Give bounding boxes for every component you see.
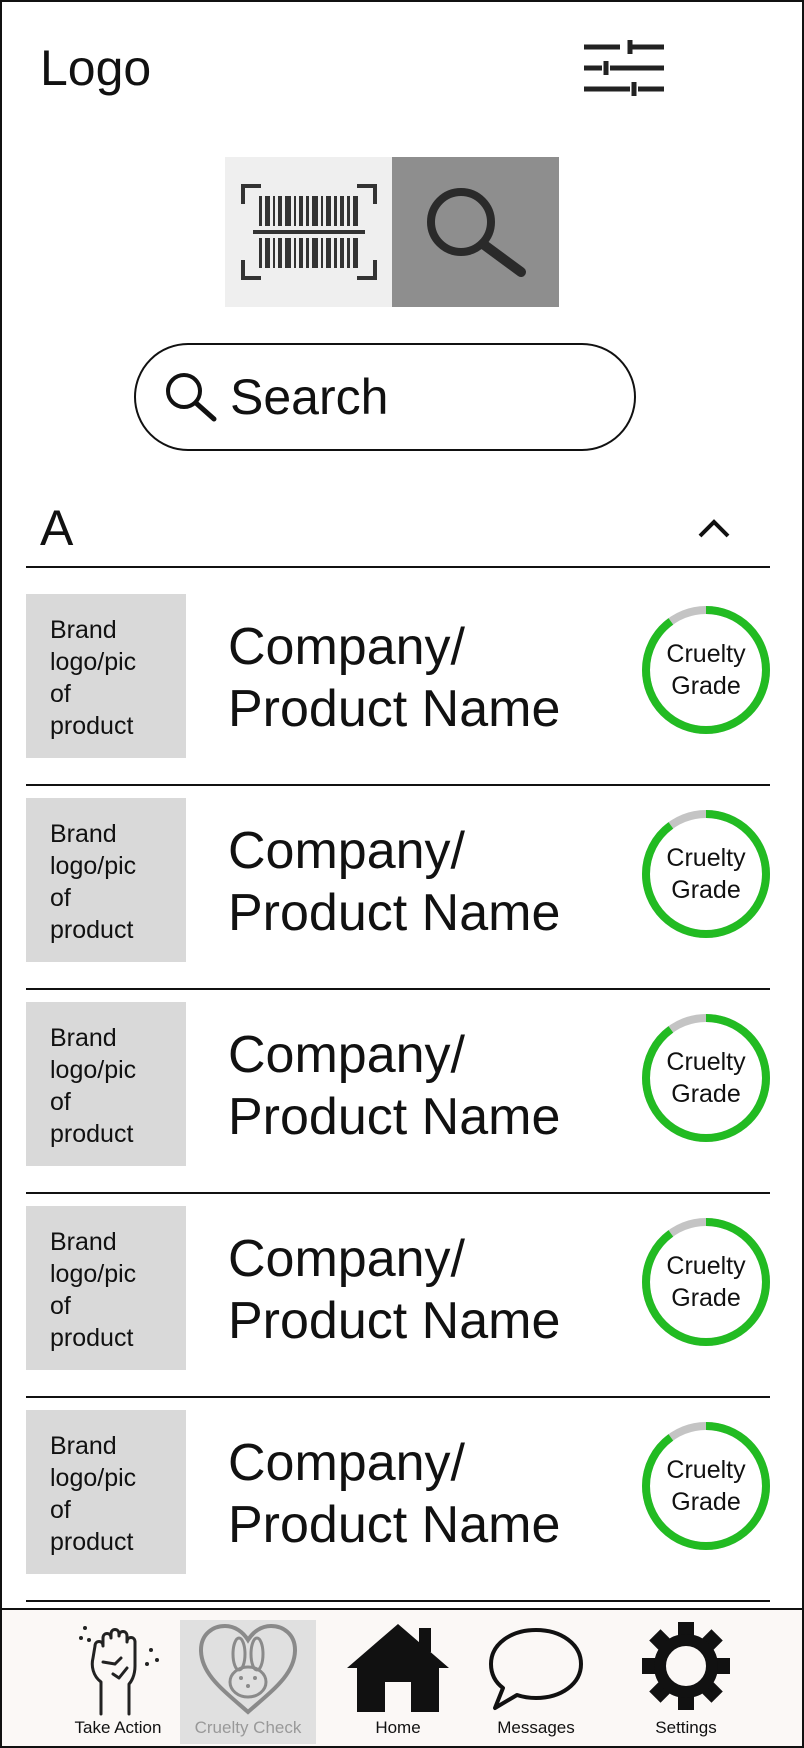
search-input[interactable] — [230, 368, 610, 426]
section-header: A — [26, 494, 770, 568]
product-thumbnail: Brand logo/pic of product — [26, 594, 186, 758]
grade-label: Cruelty Grade — [666, 1252, 746, 1312]
raised-fist-icon — [79, 1626, 159, 1716]
cruelty-grade-badge: Cruelty Grade — [638, 602, 774, 738]
grade-label: Cruelty Grade — [666, 1048, 746, 1108]
barcode-scan-button[interactable] — [225, 157, 392, 307]
grade-label: Cruelty Grade — [666, 640, 746, 700]
scan-search-toggle — [225, 157, 559, 307]
cruelty-grade-badge: Cruelty Grade — [638, 1010, 774, 1146]
magnifier-icon — [426, 188, 526, 277]
chat-bubble-icon — [489, 1628, 583, 1710]
cruelty-grade-badge: Cruelty Grade — [638, 1418, 774, 1554]
nav-cruelty-check[interactable]: Cruelty Check — [180, 1620, 316, 1744]
grade-label: Cruelty Grade — [666, 844, 746, 904]
product-name: Company/ Product Name — [228, 618, 561, 738]
product-row[interactable]: Brand logo/pic of product Company/ Produc… — [26, 786, 770, 990]
product-name: Company/ Product Name — [228, 1230, 561, 1350]
nav-label-cruelty-check: Cruelty Check — [194, 1718, 302, 1737]
product-row[interactable]: Brand logo/pic of product Company/ Produc… — [26, 582, 770, 786]
search-mode-button[interactable] — [392, 157, 559, 307]
filter-button[interactable] — [580, 38, 666, 98]
product-row[interactable]: Brand logo/pic of product Company/ Produc… — [26, 990, 770, 1194]
app-screen: Logo Search A Brand logo/pic of product … — [0, 0, 804, 1748]
product-name: Company/ Product Name — [228, 1026, 561, 1146]
grade-label: Cruelty Grade — [666, 1456, 746, 1516]
bottom-navigation: Take Action Cruelty Check Home Messages … — [2, 1608, 802, 1746]
nav-label-take-action: Take Action — [74, 1718, 162, 1737]
nav-take-action[interactable]: Take Action — [50, 1620, 186, 1744]
cruelty-grade-badge: Cruelty Grade — [638, 1214, 774, 1350]
cruelty-grade-badge: Cruelty Grade — [638, 806, 774, 942]
product-row[interactable]: Brand logo/pic of product Company/ Produc… — [26, 1398, 770, 1602]
product-name: Company/ Product Name — [228, 1434, 561, 1554]
section-letter: A — [40, 500, 74, 556]
product-row[interactable]: Brand logo/pic of product Company/ Produc… — [26, 1194, 770, 1398]
product-thumbnail: Brand logo/pic of product — [26, 1206, 186, 1370]
product-thumbnail: Brand logo/pic of product — [26, 1002, 186, 1166]
nav-label-messages: Messages — [497, 1718, 575, 1737]
chevron-up-icon — [698, 519, 730, 538]
nav-settings[interactable]: Settings — [618, 1620, 754, 1744]
app-logo: Logo — [40, 40, 152, 96]
product-thumbnail: Brand logo/pic of product — [26, 798, 186, 962]
collapse-section-button[interactable] — [686, 508, 742, 548]
nav-label-home: Home — [375, 1718, 421, 1737]
product-thumbnail: Brand logo/pic of product — [26, 1410, 186, 1574]
nav-messages[interactable]: Messages — [468, 1620, 604, 1744]
barcode-icon — [240, 184, 377, 280]
sliders-icon — [584, 40, 664, 96]
bunny-heart-icon — [198, 1623, 298, 1715]
nav-home[interactable]: Home — [330, 1620, 466, 1744]
gear-icon — [642, 1622, 730, 1710]
search-bar[interactable] — [134, 343, 636, 451]
search-icon — [166, 373, 217, 422]
product-name: Company/ Product Name — [228, 822, 561, 942]
home-icon — [347, 1624, 449, 1712]
nav-label-settings: Settings — [655, 1718, 717, 1737]
